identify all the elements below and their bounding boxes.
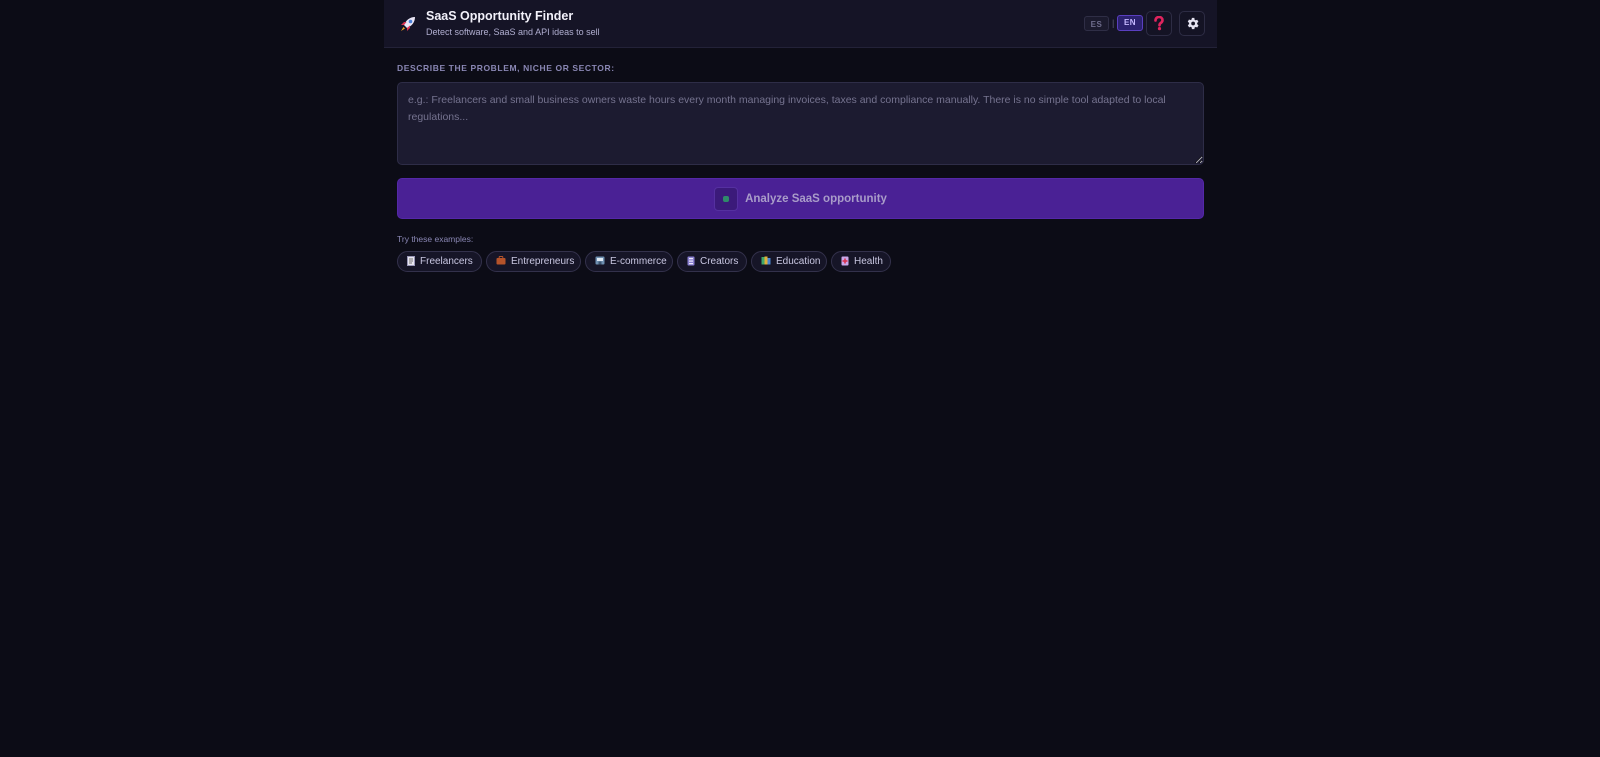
shop-icon (595, 256, 605, 267)
problem-label: DESCRIBE THE PROBLEM, NICHE OR SECTOR: (397, 63, 615, 73)
settings-button[interactable] (1179, 11, 1205, 36)
analyze-button-label: Analyze SaaS opportunity (745, 192, 887, 205)
chip-label: Freelancers (420, 256, 473, 267)
lang-separator: | (1112, 18, 1115, 28)
rocket-icon (398, 14, 418, 34)
example-chip-creators[interactable]: Creators (677, 251, 747, 272)
problem-textarea[interactable] (397, 82, 1204, 165)
example-chip-ecommerce[interactable]: E-commerce (585, 251, 673, 272)
example-chip-freelancers[interactable]: Freelancers (397, 251, 482, 272)
chip-label: Education (776, 256, 821, 267)
app-header: SaaS Opportunity Finder Detect software,… (384, 0, 1217, 48)
gear-icon (1187, 17, 1199, 30)
chip-label: Entrepreneurs (511, 256, 575, 267)
books-icon (761, 256, 771, 267)
receipt-icon (407, 255, 415, 268)
app-subtitle: Detect software, SaaS and API ideas to s… (426, 27, 600, 37)
lang-en-button[interactable]: EN (1117, 15, 1143, 31)
medical-icon (841, 256, 849, 268)
chip-label: E-commerce (610, 256, 667, 267)
example-chip-education[interactable]: Education (751, 251, 827, 272)
chip-label: Health (854, 256, 883, 267)
chip-label: Creators (700, 256, 739, 267)
analyze-icon (714, 186, 739, 211)
app-container: SaaS Opportunity Finder Detect software,… (384, 0, 1217, 757)
analyze-button[interactable]: Analyze SaaS opportunity (397, 178, 1204, 219)
examples-label: Try these examples: (397, 234, 474, 244)
briefcase-icon (496, 256, 506, 267)
example-chip-entrepreneurs[interactable]: Entrepreneurs (486, 251, 581, 272)
app-title: SaaS Opportunity Finder (426, 9, 574, 23)
question-mark-icon (1154, 16, 1164, 31)
example-chip-health[interactable]: Health (831, 251, 891, 272)
lang-es-button[interactable]: ES (1084, 16, 1109, 31)
video-icon (687, 256, 695, 268)
help-button[interactable] (1146, 11, 1172, 36)
